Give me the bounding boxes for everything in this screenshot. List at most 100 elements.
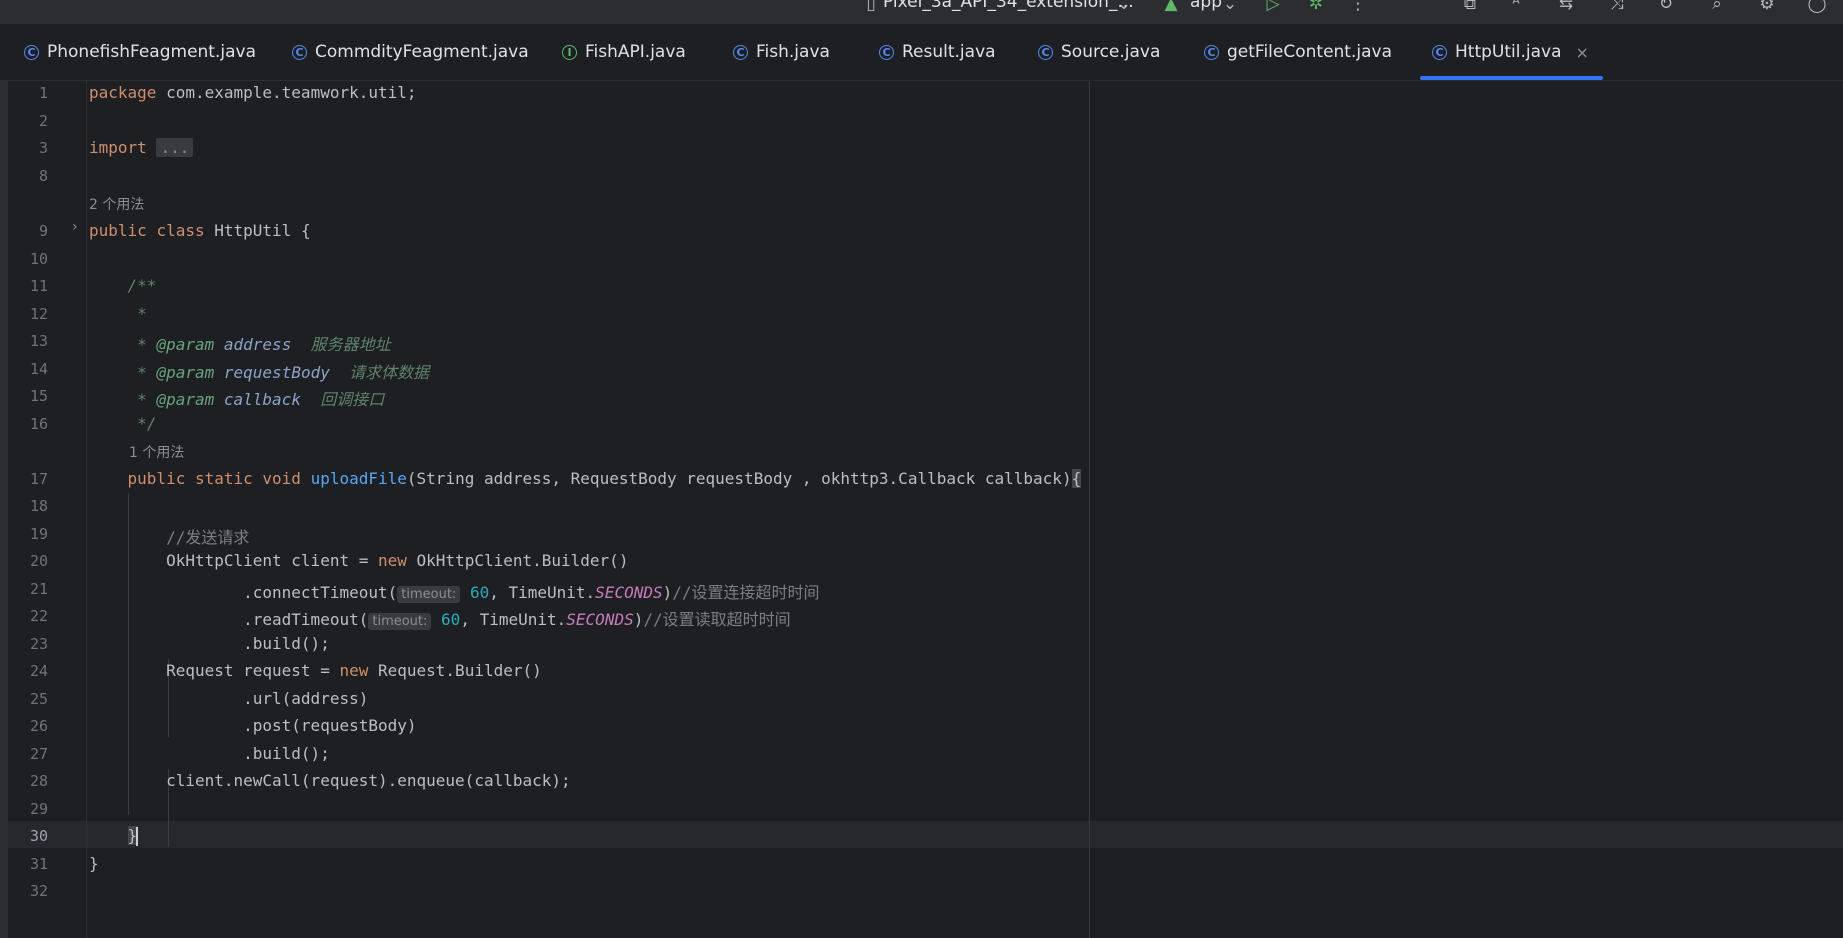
code-line[interactable]: .build(); (89, 744, 330, 763)
build-icon[interactable]: ⧉ (1459, 0, 1481, 16)
editor-tabs: C PhonefishFeagment.java C CommdityFeagm… (0, 24, 1843, 81)
fold-expand-icon[interactable]: › (72, 219, 78, 235)
doc-tag: @param (156, 335, 215, 354)
account-icon[interactable]: ◯ (1806, 0, 1828, 16)
class-icon: C (733, 44, 748, 60)
chevron-down-icon[interactable]: ⌄ (1219, 0, 1241, 16)
tab-label: Result.java (902, 42, 996, 62)
code-line[interactable]: .connectTimeout(timeout: 60, TimeUnit.SE… (89, 579, 820, 603)
doc-tag: @param (156, 363, 215, 382)
keyword: package (89, 83, 157, 102)
code-line[interactable]: .build(); (89, 634, 330, 653)
more-icon[interactable]: ⋮ (1347, 0, 1369, 16)
line-number: 21 (29, 580, 48, 598)
folded-imports[interactable]: ... (156, 138, 194, 157)
tab-label: Fish.java (756, 42, 830, 62)
line-number: 24 (29, 662, 48, 680)
close-tab-icon[interactable]: × (1575, 43, 1588, 62)
doc-comment: * (137, 363, 147, 382)
sync-icon[interactable]: ⤨ (1606, 0, 1628, 16)
usage-hint[interactable]: 2 个用法 (89, 194, 144, 214)
line-number: 10 (29, 250, 48, 268)
class-icon: C (1038, 44, 1053, 60)
line-number: 20 (29, 552, 48, 570)
code-text: .build(); (243, 744, 330, 763)
translate-icon[interactable]: ᴬ (1505, 0, 1527, 16)
code-line[interactable]: /** (89, 276, 157, 295)
doc-comment: 回调接口 (320, 390, 385, 409)
doc-comment: /** (127, 276, 157, 295)
doc-comment: 请求体数据 (349, 363, 430, 382)
doc-comment: * (137, 390, 147, 409)
doc-comment: * (137, 335, 147, 354)
line-number: 29 (29, 800, 48, 818)
code-line[interactable]: .readTimeout(timeout: 60, TimeUnit.SECON… (89, 606, 791, 630)
code-editor[interactable]: 1 2 3 8 9 10 11 12 13 14 15 16 17 18 19 … (0, 81, 1843, 938)
code-line[interactable]: public static void uploadFile(String add… (89, 469, 1082, 488)
tab-getfilecontent[interactable]: C getFileContent.java (1204, 24, 1392, 80)
keyword: new (339, 661, 369, 680)
code-line-current[interactable]: } (89, 826, 139, 846)
debug-icon[interactable]: ✲ (1305, 0, 1327, 16)
code-line[interactable]: * @param requestBody 请求体数据 (89, 359, 429, 383)
chevron-down-icon[interactable]: ⌄ (1113, 0, 1135, 16)
keyword: public (89, 221, 147, 240)
line-number-current: 30 (29, 827, 48, 845)
code-line[interactable]: */ (89, 414, 156, 433)
tab-httputil[interactable]: C HttpUtil.java × (1420, 24, 1603, 80)
diff-icon[interactable]: ⇆ (1555, 0, 1577, 16)
code-line[interactable]: //发送请求 (89, 524, 249, 548)
tab-commdityfeagment[interactable]: C CommdityFeagment.java (292, 24, 529, 80)
keyword: public (127, 469, 186, 488)
tab-fishapi[interactable]: I FishAPI.java (562, 24, 686, 80)
class-icon: C (292, 44, 307, 60)
keyword: import (89, 138, 147, 157)
code-line[interactable]: } (89, 854, 99, 873)
code-text: } (89, 854, 99, 873)
code-line[interactable]: client.newCall(request).enqueue(callback… (89, 771, 571, 790)
code-line[interactable]: public class HttpUtil { (89, 221, 311, 240)
code-line[interactable]: .url(address) (89, 689, 368, 708)
code-line[interactable]: .post(requestBody) (89, 716, 416, 735)
doc-comment: 服务器地址 (310, 335, 391, 354)
main-toolbar: ▯ Pixel_3a_API_34_extension_... ⌄ ▲ app … (0, 0, 1843, 24)
code-text: .connectTimeout( (243, 583, 398, 602)
code-text: , TimeUnit. (489, 583, 596, 602)
tab-phonefishfeagment[interactable]: C PhonefishFeagment.java (24, 24, 256, 80)
line-comment: //设置读取超时时间 (643, 610, 791, 629)
project-sync-icon[interactable]: ↻ (1655, 0, 1677, 16)
keyword: static (194, 469, 253, 488)
tab-result[interactable]: C Result.java (879, 24, 996, 80)
code-line[interactable]: OkHttpClient client = new OkHttpClient.B… (89, 551, 628, 570)
line-number: 32 (29, 882, 48, 900)
device-selector[interactable]: Pixel_3a_API_34_extension_... (883, 0, 1134, 12)
code-line[interactable]: package com.example.teamwork.util; (89, 83, 417, 102)
settings-icon[interactable]: ⚙ (1756, 0, 1778, 16)
code-line[interactable]: * @param callback 回调接口 (89, 386, 384, 410)
line-number: 3 (38, 139, 48, 157)
number-literal: 60 (469, 583, 490, 602)
tab-label: FishAPI.java (585, 42, 686, 62)
usage-hint[interactable]: 1 个用法 (129, 442, 184, 462)
code-line[interactable]: * @param address 服务器地址 (89, 331, 391, 355)
code-text: HttpUtil { (204, 221, 311, 240)
search-icon[interactable]: ⌕ (1706, 0, 1728, 16)
code-line[interactable]: import ... (89, 138, 194, 157)
line-number: 12 (29, 305, 48, 323)
constant: SECONDS (566, 610, 634, 629)
line-number: 31 (29, 855, 48, 873)
tab-source[interactable]: C Source.java (1038, 24, 1160, 80)
run-config-selector[interactable]: app (1190, 0, 1222, 12)
code-text: client.newCall(request).enqueue(callback… (166, 771, 571, 790)
code-text: (String address, RequestBody requestBody… (406, 469, 1072, 488)
run-icon[interactable]: ▷ (1262, 0, 1284, 16)
line-number: 22 (29, 607, 48, 625)
code-line[interactable]: Request request = new Request.Builder() (89, 661, 542, 680)
code-line[interactable]: * (89, 304, 147, 323)
line-number: 25 (29, 690, 48, 708)
parameter-hint: timeout: (397, 586, 461, 603)
keyword: class (156, 221, 205, 240)
brace-match: { (1071, 469, 1082, 488)
tab-fish[interactable]: C Fish.java (733, 24, 830, 80)
line-number: 17 (29, 470, 48, 488)
